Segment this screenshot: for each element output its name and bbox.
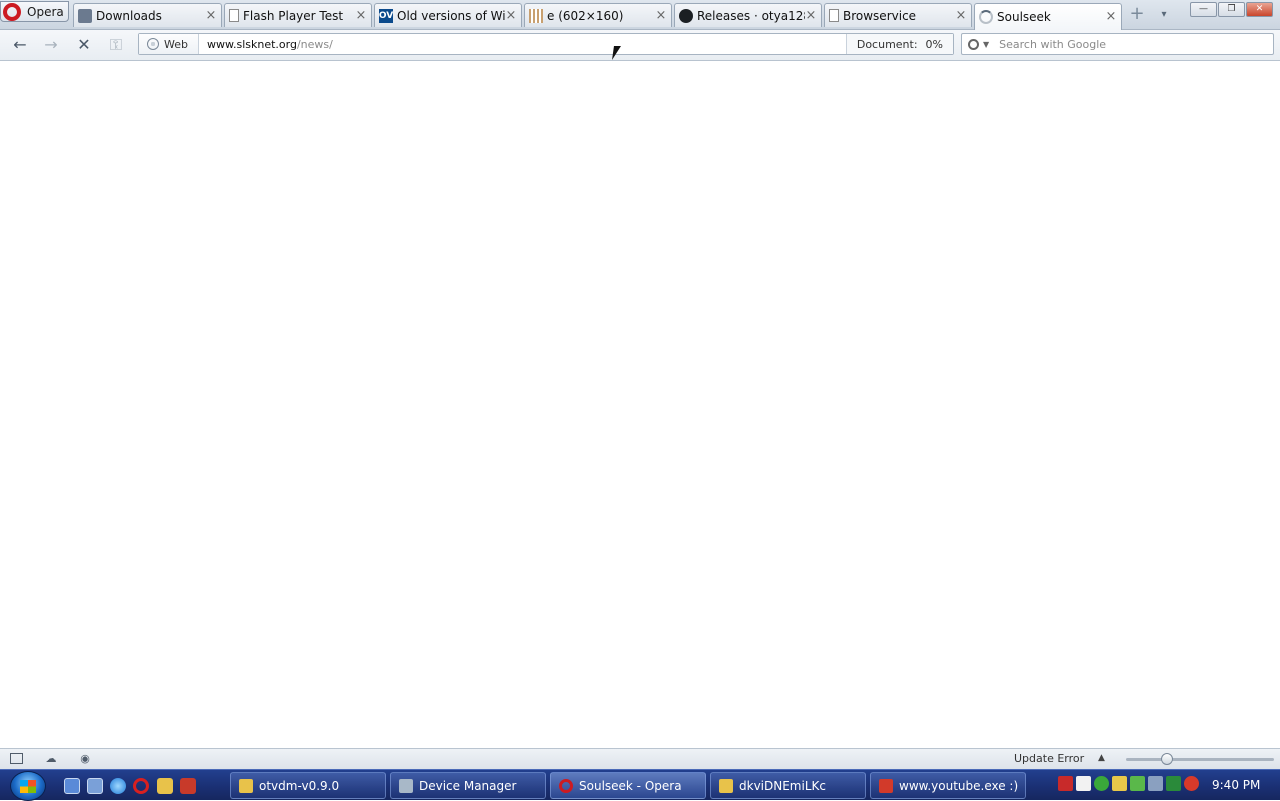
taskbar-item-label: Device Manager — [419, 778, 517, 793]
opera-icon[interactable] — [133, 778, 149, 794]
tab-label: Soulseek — [997, 10, 1051, 24]
back-icon[interactable]: ← — [9, 35, 31, 55]
tab-close-icon[interactable]: × — [805, 9, 817, 22]
oldversion-icon: OV — [378, 8, 394, 23]
status-bar: ☁ ◉ Update Error ▲ — [0, 748, 1280, 769]
media-icon[interactable] — [180, 778, 196, 794]
tab-browservice[interactable]: Browservice × — [824, 3, 972, 27]
windows-logo-icon — [20, 780, 36, 793]
tab-flash-player-test[interactable]: Flash Player Test × — [224, 3, 372, 27]
loading-icon — [979, 10, 993, 24]
address-bar[interactable]: Web www.slsknet.org/news/ Document: 0% — [138, 33, 954, 55]
stop-icon[interactable]: ✕ — [73, 35, 95, 55]
lav-filter-icon[interactable] — [1058, 776, 1073, 791]
page-icon — [229, 9, 239, 22]
close-button[interactable]: ✕ — [1246, 2, 1273, 17]
download-icon — [78, 8, 92, 23]
search-icon — [968, 38, 979, 50]
document-label: Document: — [856, 37, 918, 51]
tab-releases[interactable]: Releases · otya128/... × — [674, 3, 822, 27]
internet-explorer-icon[interactable] — [110, 778, 126, 794]
network-icon[interactable] — [1166, 776, 1181, 791]
minimize-button[interactable]: — — [1190, 2, 1217, 17]
search-field[interactable]: ▼ Search with Google — [961, 33, 1274, 55]
window-controls: — ❐ ✕ — [1190, 2, 1273, 17]
url-path: /news/ — [296, 37, 333, 51]
tab-close-icon[interactable]: × — [205, 9, 217, 22]
chevron-down-icon[interactable]: ▼ — [983, 40, 989, 49]
document-progress: Document: 0% — [845, 34, 953, 54]
tab-label: Flash Player Test — [243, 8, 344, 23]
taskbar-item-youtube-exe[interactable]: www.youtube.exe :) — [870, 772, 1026, 799]
device-manager-icon — [399, 778, 413, 793]
github-icon — [679, 8, 693, 23]
opera-logo-icon — [3, 2, 21, 21]
navigation-toolbar: ← → ✕ ⚿ Web www.slsknet.org/news/ Docume… — [0, 30, 1280, 61]
taskbar-item-device-manager[interactable]: Device Manager — [390, 772, 546, 799]
tab-label: Downloads — [96, 8, 162, 23]
taskbar-item-soulseek-opera[interactable]: Soulseek - Opera — [550, 772, 706, 799]
folder-icon — [239, 778, 253, 793]
taskbar-item-label: otvdm-v0.9.0 — [259, 778, 340, 793]
document-percent: 0% — [925, 37, 943, 51]
media-icon — [879, 778, 893, 793]
folder-icon — [719, 778, 733, 793]
tab-close-icon[interactable]: × — [355, 9, 367, 22]
shield-icon[interactable] — [1112, 776, 1127, 791]
check-icon[interactable] — [1130, 776, 1145, 791]
tab-close-icon[interactable]: × — [955, 9, 967, 22]
zoom-slider-thumb[interactable] — [1161, 753, 1174, 765]
flag-icon[interactable] — [1148, 776, 1163, 791]
taskbar-item-label: www.youtube.exe :) — [899, 778, 1019, 793]
search-placeholder: Search with Google — [999, 37, 1107, 51]
globe-icon — [147, 38, 159, 50]
switch-windows-icon[interactable] — [87, 778, 103, 794]
opera-menu-label: Opera — [27, 4, 64, 19]
tab-soulseek[interactable]: Soulseek × — [974, 3, 1122, 30]
panel-toggle-icon[interactable] — [10, 753, 23, 764]
web-badge[interactable]: Web — [139, 34, 199, 54]
tab-image[interactable]: e (602×160) × — [524, 3, 672, 27]
forward-icon[interactable]: → — [40, 35, 62, 55]
clock[interactable]: 9:40 PM — [1212, 778, 1260, 792]
up-arrow-icon[interactable]: ▲ — [1098, 753, 1105, 763]
taskbar-item-dkvidnemilkc[interactable]: dkviDNEmiLKc — [710, 772, 866, 799]
taskbar-item-label: Soulseek - Opera — [579, 778, 682, 793]
folder-icon[interactable] — [157, 778, 173, 794]
lav-audio-icon[interactable] — [1076, 776, 1091, 791]
volume-muted-icon[interactable] — [1184, 776, 1199, 791]
show-desktop-icon[interactable] — [64, 778, 80, 794]
taskbar-item-label: dkviDNEmiLKc — [739, 778, 826, 793]
restore-button[interactable]: ❐ — [1218, 2, 1245, 17]
tab-close-icon[interactable]: × — [655, 9, 667, 22]
tab-label: Browservice — [843, 8, 917, 23]
update-error-text[interactable]: Update Error — [1014, 752, 1084, 765]
url-host: www.slsknet.org — [206, 37, 297, 51]
tab-close-icon[interactable]: × — [505, 9, 517, 22]
tab-label: Old versions of Wi... — [397, 8, 505, 23]
zoom-slider-track[interactable] — [1126, 758, 1274, 761]
key-icon[interactable]: ⚿ — [105, 35, 127, 55]
web-badge-label: Web — [164, 37, 188, 51]
new-tab-icon[interactable]: + — [1129, 5, 1145, 23]
green-circle-icon[interactable] — [1094, 776, 1109, 791]
tab-downloads[interactable]: Downloads × — [73, 3, 222, 27]
taskbar-item-otvdm[interactable]: otvdm-v0.9.0 — [230, 772, 386, 799]
tab-label: Releases · otya128/... — [697, 8, 805, 23]
windows-taskbar: otvdm-v0.9.0 Device Manager Soulseek - O… — [0, 769, 1280, 801]
opera-icon — [559, 778, 573, 793]
tab-bar: Opera Downloads × Flash Player Test × OV… — [0, 0, 1280, 30]
page-icon — [829, 9, 839, 22]
page-content[interactable] — [0, 61, 1280, 748]
tab-close-icon[interactable]: × — [1105, 10, 1117, 23]
tab-menu-icon[interactable]: ▾ — [1157, 7, 1171, 23]
tab-label: e (602×160) — [547, 8, 624, 23]
opera-menu-button[interactable]: Opera — [0, 1, 69, 22]
speed-dial-icon[interactable]: ◉ — [78, 753, 92, 765]
system-tray — [1058, 776, 1199, 791]
tab-old-versions[interactable]: OV Old versions of Wi... × — [374, 3, 522, 27]
url-text[interactable]: www.slsknet.org/news/ — [199, 38, 846, 51]
image-icon — [529, 8, 543, 23]
cloud-icon[interactable]: ☁ — [44, 753, 58, 765]
